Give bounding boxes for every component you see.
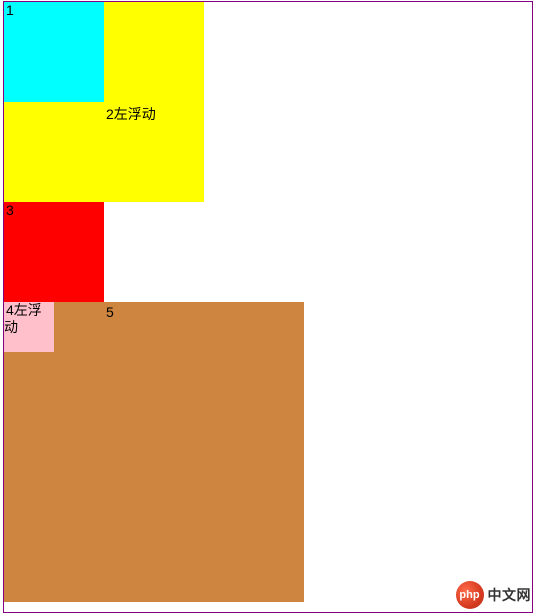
watermark-logo: php 中文网 bbox=[456, 581, 532, 609]
box-5-label: 5 bbox=[104, 302, 116, 322]
logo-text: 中文网 bbox=[488, 585, 532, 605]
box-4: 4左浮动 bbox=[4, 302, 54, 352]
box-1-label: 1 bbox=[4, 0, 16, 20]
demo-container: 1 2左浮动 3 4左浮动 5 bbox=[3, 1, 533, 613]
box-3-label: 3 bbox=[4, 200, 16, 220]
php-logo-icon: php bbox=[456, 581, 484, 609]
box-3: 3 bbox=[4, 202, 104, 302]
box-1: 1 bbox=[4, 2, 104, 102]
logo-icon-text: php bbox=[459, 589, 479, 601]
box-2-label: 2左浮动 bbox=[104, 102, 158, 126]
box-4-label: 4左浮动 bbox=[4, 300, 42, 337]
